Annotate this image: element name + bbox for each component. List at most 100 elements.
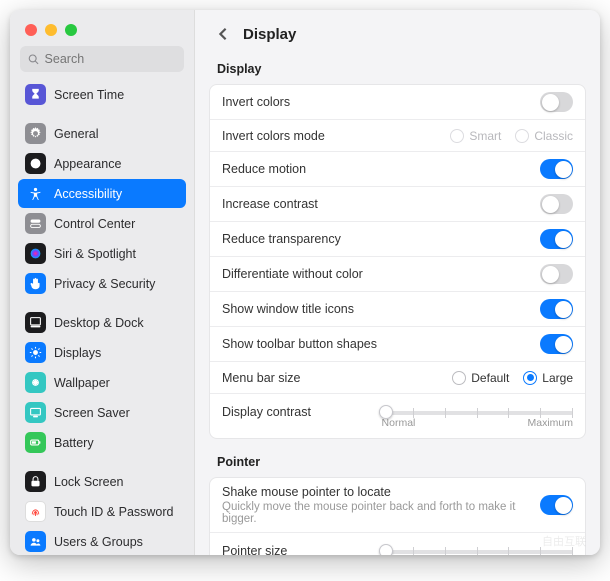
show-toolbar-shapes-switch[interactable] — [540, 334, 573, 354]
sidebar-item-general[interactable]: General — [18, 119, 186, 148]
radio-large[interactable]: Large — [523, 371, 573, 385]
sidebar-item-label: General — [54, 127, 98, 141]
fingerprint-icon — [25, 501, 46, 522]
pointer-panel: Shake mouse pointer to locate Quickly mo… — [209, 477, 586, 555]
sidebar-item-label: Lock Screen — [54, 475, 123, 489]
radio-default[interactable]: Default — [452, 371, 509, 385]
sidebar-item-label: Appearance — [54, 157, 121, 171]
sidebar-item-displays[interactable]: Displays — [18, 338, 186, 367]
radio-classic: Classic — [515, 129, 573, 143]
sidebar-item-accessibility[interactable]: Accessibility — [18, 179, 186, 208]
row-diff-without-color: Differentiate without color — [210, 257, 585, 292]
label: Pointer size — [222, 542, 382, 555]
slider-max-label: Maximum — [527, 417, 573, 429]
sidebar-item-label: Touch ID & Password — [54, 505, 174, 519]
label: Differentiate without color — [222, 267, 540, 281]
shake-to-locate-switch[interactable] — [540, 495, 573, 515]
sidebar-item-screen-saver[interactable]: Screen Saver — [18, 398, 186, 427]
search-field[interactable] — [20, 46, 184, 72]
display-contrast-slider[interactable] — [382, 411, 573, 415]
battery-icon — [25, 432, 46, 453]
row-show-toolbar-shapes: Show toolbar button shapes — [210, 327, 585, 362]
row-reduce-transparency: Reduce transparency — [210, 222, 585, 257]
control-center-icon — [25, 213, 46, 234]
close-window-button[interactable] — [25, 24, 37, 36]
sidebar-item-users-groups[interactable]: Users & Groups — [18, 527, 186, 555]
sidebar: Screen Time General Appearance Accessibilit… — [10, 10, 195, 555]
sidebar-item-label: Privacy & Security — [54, 277, 155, 291]
show-title-icons-switch[interactable] — [540, 299, 573, 319]
search-icon — [28, 53, 40, 66]
sidebar-item-label: Users & Groups — [54, 535, 143, 549]
dock-icon — [25, 312, 46, 333]
row-invert-colors: Invert colors — [210, 85, 585, 120]
sidebar-item-label: Screen Saver — [54, 406, 130, 420]
label: Show toolbar button shapes — [222, 337, 540, 351]
minimize-window-button[interactable] — [45, 24, 57, 36]
main-content[interactable]: Display Display Invert colors Invert col… — [195, 10, 600, 555]
label: Invert colors — [222, 95, 540, 109]
lock-icon — [25, 471, 46, 492]
sidebar-item-label: Wallpaper — [54, 376, 110, 390]
sidebar-item-privacy-security[interactable]: Privacy & Security — [18, 269, 186, 298]
sidebar-nav: Screen Time General Appearance Accessibilit… — [10, 78, 194, 555]
window-controls — [10, 10, 194, 46]
sidebar-item-control-center[interactable]: Control Center — [18, 209, 186, 238]
sublabel: Quickly move the mouse pointer back and … — [222, 501, 540, 525]
row-menu-bar-size: Menu bar size Default Large — [210, 362, 585, 394]
search-input[interactable] — [45, 52, 176, 66]
row-invert-colors-mode: Invert colors mode Smart Classic — [210, 120, 585, 152]
diff-without-color-switch[interactable] — [540, 264, 573, 284]
label: Show window title icons — [222, 302, 540, 316]
settings-window: Screen Time General Appearance Accessibilit… — [10, 10, 600, 555]
radio-smart: Smart — [450, 129, 501, 143]
section-title-display: Display — [195, 52, 600, 80]
siri-icon — [25, 243, 46, 264]
screensaver-icon — [25, 402, 46, 423]
display-icon — [25, 342, 46, 363]
users-icon — [25, 531, 46, 552]
increase-contrast-switch[interactable] — [540, 194, 573, 214]
sidebar-item-desktop-dock[interactable]: Desktop & Dock — [18, 308, 186, 337]
label: Increase contrast — [222, 197, 540, 211]
header: Display — [195, 10, 600, 52]
menu-bar-size-radio: Default Large — [452, 371, 573, 385]
label: Reduce transparency — [222, 232, 540, 246]
section-title-pointer: Pointer — [195, 445, 600, 473]
fullscreen-window-button[interactable] — [65, 24, 77, 36]
row-reduce-motion: Reduce motion — [210, 152, 585, 187]
row-display-contrast: Display contrast Normal Maximum — [210, 394, 585, 438]
row-shake-to-locate: Shake mouse pointer to locate Quickly mo… — [210, 478, 585, 533]
sidebar-item-wallpaper[interactable]: Wallpaper — [18, 368, 186, 397]
hand-icon — [25, 273, 46, 294]
pointer-size-slider[interactable] — [382, 550, 573, 554]
sidebar-item-label: Control Center — [54, 217, 135, 231]
row-show-title-icons: Show window title icons — [210, 292, 585, 327]
invert-colors-switch[interactable] — [540, 92, 573, 112]
chevron-left-icon — [218, 27, 228, 41]
sidebar-item-label: Screen Time — [54, 88, 124, 102]
back-button[interactable] — [213, 24, 233, 44]
reduce-transparency-switch[interactable] — [540, 229, 573, 249]
sidebar-item-siri-spotlight[interactable]: Siri & Spotlight — [18, 239, 186, 268]
display-panel: Invert colors Invert colors mode Smart C… — [209, 84, 586, 439]
sidebar-item-screen-time[interactable]: Screen Time — [18, 80, 186, 109]
page-title: Display — [243, 26, 296, 43]
sidebar-item-lock-screen[interactable]: Lock Screen — [18, 467, 186, 496]
row-pointer-size: Pointer size Normal Large — [210, 533, 585, 555]
wallpaper-icon — [25, 372, 46, 393]
reduce-motion-switch[interactable] — [540, 159, 573, 179]
hourglass-icon — [25, 84, 46, 105]
sidebar-item-appearance[interactable]: Appearance — [18, 149, 186, 178]
sidebar-item-battery[interactable]: Battery — [18, 428, 186, 457]
sidebar-item-label: Displays — [54, 346, 101, 360]
sidebar-item-label: Battery — [54, 436, 94, 450]
sidebar-item-touch-id-password[interactable]: Touch ID & Password — [18, 497, 186, 526]
sidebar-item-label: Desktop & Dock — [54, 316, 144, 330]
appearance-icon — [25, 153, 46, 174]
row-increase-contrast: Increase contrast — [210, 187, 585, 222]
gear-icon — [25, 123, 46, 144]
label: Display contrast — [222, 403, 382, 419]
invert-colors-mode-radio: Smart Classic — [450, 129, 573, 143]
label: Invert colors mode — [222, 129, 450, 143]
